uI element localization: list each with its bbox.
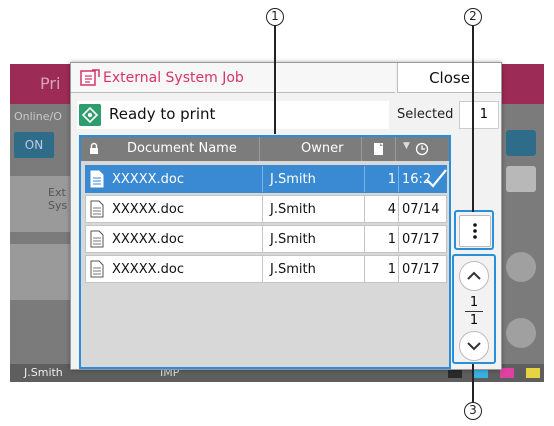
external-job-icon: [80, 69, 100, 86]
callout-3-line: [472, 364, 474, 402]
row-separator: [398, 226, 399, 252]
row-document-name: XXXXX.doc: [112, 262, 185, 277]
table-row[interactable]: XXXXX.doc J.Smith 4 07/14: [85, 195, 447, 223]
callout-2: 2: [464, 8, 482, 26]
search-tile: [10, 244, 72, 300]
dialog-title: External System Job: [103, 70, 244, 86]
check-icon: [426, 169, 447, 188]
row-separator: [364, 166, 365, 192]
document-icon: [90, 260, 104, 278]
ink-m: [500, 368, 514, 378]
col-document-name[interactable]: Document Name: [127, 141, 237, 156]
selected-label: Selected: [397, 107, 454, 122]
callout-2-line: [472, 26, 474, 212]
row-document-name: XXXXX.doc: [112, 232, 185, 247]
row-owner: J.Smith: [270, 262, 316, 277]
row-pages: 1: [387, 262, 396, 277]
status-text: Ready to print: [109, 105, 216, 123]
row-separator: [262, 226, 263, 252]
row-separator: [364, 256, 365, 282]
header-separator: [395, 137, 396, 161]
bg-scroll-up: [506, 252, 536, 282]
header-separator: [361, 137, 362, 161]
row-owner: J.Smith: [270, 232, 316, 247]
ink-y: [526, 368, 540, 378]
row-separator: [398, 166, 399, 192]
list-view-button: [506, 166, 536, 192]
table-row[interactable]: XXXXX.doc J.Smith 1 07/17: [85, 225, 447, 253]
status-row: Ready to print Selected 1: [71, 101, 503, 131]
online-label: Online/O: [14, 110, 62, 123]
row-date: 07/17: [402, 232, 440, 247]
ext-label: Ext Sys: [48, 186, 68, 212]
dialog-title-bar: External System Job: [71, 63, 395, 93]
sort-arrow-icon: ▼: [403, 141, 410, 151]
row-document-name: XXXXX.doc: [112, 202, 185, 217]
row-separator: [398, 196, 399, 222]
bg-scroll-down: [506, 318, 536, 348]
table-row[interactable]: XXXXX.doc J.Smith 1 16:2: [85, 165, 447, 193]
external-system-job-dialog: External System Job Close Ready to print…: [70, 62, 502, 370]
row-separator: [262, 166, 263, 192]
close-button[interactable]: Close: [397, 63, 501, 93]
ready-status-icon: [79, 104, 101, 126]
table-row[interactable]: XXXXX.doc J.Smith 1 07/17: [85, 255, 447, 283]
on-button: ON: [14, 132, 54, 158]
grid-view-button: [506, 130, 536, 156]
document-icon: [90, 200, 104, 218]
clock-icon[interactable]: [415, 142, 429, 156]
job-list-table: Document Name Owner ▼ XXXXX.doc J.Smith: [79, 135, 451, 369]
status-box: Ready to print: [77, 101, 389, 129]
table-header: Document Name Owner ▼: [81, 137, 449, 161]
row-separator: [262, 256, 263, 282]
callout-2-highlight: [454, 210, 494, 250]
callout-1-line: [274, 26, 276, 134]
pages-icon[interactable]: [373, 142, 385, 156]
external-system-tile: Ext Sys: [10, 176, 72, 232]
background-right-panel: [496, 104, 544, 364]
row-separator: [364, 196, 365, 222]
background-left-panel: Online/O ON Ext Sys: [10, 104, 72, 364]
row-separator: [364, 226, 365, 252]
col-owner[interactable]: Owner: [301, 141, 343, 156]
document-icon: [90, 230, 104, 248]
document-icon: [90, 170, 104, 188]
row-pages: 1: [387, 172, 396, 187]
header-separator: [259, 137, 260, 161]
row-separator: [398, 256, 399, 282]
row-pages: 4: [387, 202, 396, 217]
row-owner: J.Smith: [270, 202, 316, 217]
row-date: 07/17: [402, 262, 440, 277]
row-separator: [262, 196, 263, 222]
lock-icon: [90, 142, 98, 154]
background-title: Pri: [40, 74, 61, 93]
selected-count: 1: [459, 101, 499, 129]
row-owner: J.Smith: [270, 172, 316, 187]
row-date: 07/14: [402, 202, 440, 217]
row-document-name: XXXXX.doc: [112, 172, 185, 187]
callout-3: 3: [464, 402, 482, 420]
footer-user: J.Smith: [24, 366, 63, 379]
callout-3-highlight: [452, 254, 496, 364]
callout-1: 1: [266, 8, 284, 26]
row-pages: 1: [387, 232, 396, 247]
